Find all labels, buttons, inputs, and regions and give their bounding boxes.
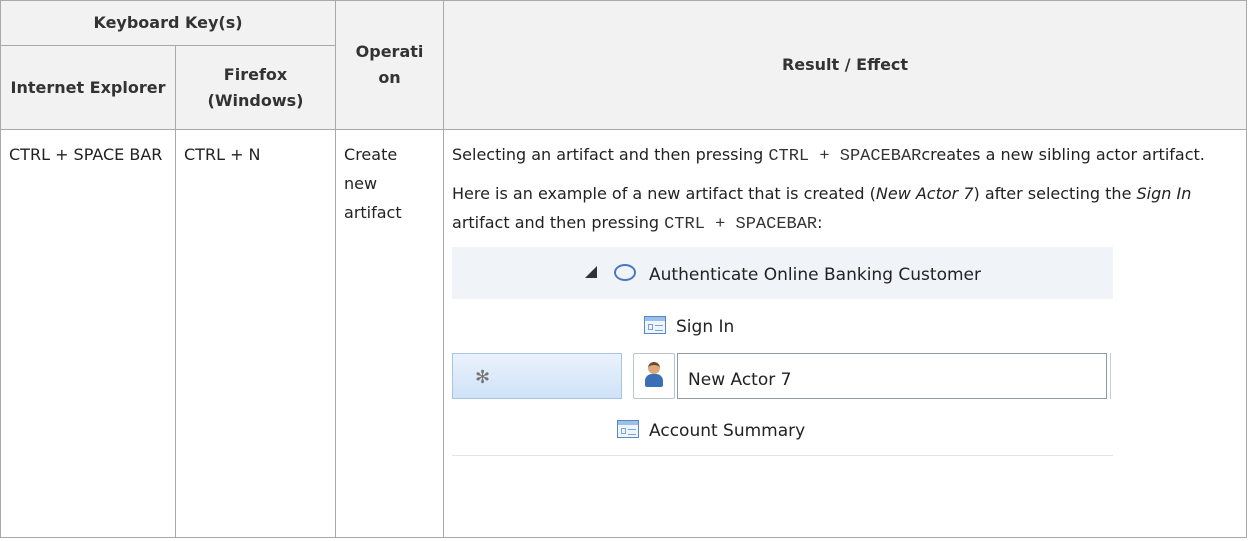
shortcut-code: CTRL + SPACEBAR xyxy=(768,147,922,166)
tree-row-sign-in[interactable]: Sign In xyxy=(452,299,1114,351)
tree-item-label: Account Summary xyxy=(649,421,806,441)
result-paragraph-1: Selecting an artifact and then pressing … xyxy=(452,140,1238,171)
divider xyxy=(1110,353,1112,399)
actor-icon-cell[interactable] xyxy=(633,353,676,399)
firefox-key-cell: CTRL + N xyxy=(174,129,337,538)
result-text: : xyxy=(817,213,823,232)
result-text: ) after selecting the xyxy=(973,184,1137,203)
table-row: CTRL + SPACE BAR CTRL + N Create new art… xyxy=(0,129,1248,538)
keyboard-shortcuts-table: Keyboard Key(s) Operati on Result / Effe… xyxy=(0,0,1248,538)
artifact-name-new-actor: New Actor 7 xyxy=(875,184,974,203)
artifact-tree-example: Authenticate Online Banking Customer Sig… xyxy=(452,247,1114,456)
screen-icon xyxy=(617,420,640,438)
artifact-name-input[interactable]: New Actor 7 xyxy=(677,353,1108,399)
header-result: Result / Effect xyxy=(443,0,1248,130)
tree-item-label: Sign In xyxy=(676,317,735,337)
tree-item-label: Authenticate Online Banking Customer xyxy=(649,265,981,285)
header-firefox: Firefox (Windows) xyxy=(174,45,337,130)
result-text: Here is an example of a new artifact tha… xyxy=(452,184,876,203)
asterisk-icon: ✻ xyxy=(475,367,491,388)
shortcut-code: CTRL + SPACEBAR xyxy=(664,215,818,234)
result-text: creates a new sibling actor artifact. xyxy=(921,145,1205,164)
artifact-name-sign-in: Sign In xyxy=(1136,184,1192,203)
header-operation: Operati on xyxy=(335,0,445,130)
tree-row-use-case[interactable]: Authenticate Online Banking Customer xyxy=(452,247,1114,299)
actor-icon xyxy=(645,362,664,388)
new-row-marker-cell[interactable]: ✻ xyxy=(452,353,623,399)
result-paragraph-2: Here is an example of a new artifact tha… xyxy=(452,179,1238,239)
artifact-name-value: New Actor 7 xyxy=(688,370,792,390)
header-keyboard-keys: Keyboard Key(s) xyxy=(0,0,337,46)
screen-icon xyxy=(644,316,667,334)
expand-arrow-icon[interactable] xyxy=(585,266,598,278)
tree-row-new-actor[interactable]: ✻ New Actor 7 xyxy=(452,351,1114,403)
header-internet-explorer: Internet Explorer xyxy=(0,45,176,130)
result-text: artifact and then pressing xyxy=(452,213,665,232)
ie-key-cell: CTRL + SPACE BAR xyxy=(0,129,176,538)
result-cell: Selecting an artifact and then pressing … xyxy=(443,129,1248,538)
tree-row-account-summary[interactable]: Account Summary xyxy=(452,403,1114,456)
use-case-oval-icon xyxy=(614,264,637,281)
operation-cell: Create new artifact xyxy=(335,129,445,538)
result-text: Selecting an artifact and then pressing xyxy=(452,145,769,164)
